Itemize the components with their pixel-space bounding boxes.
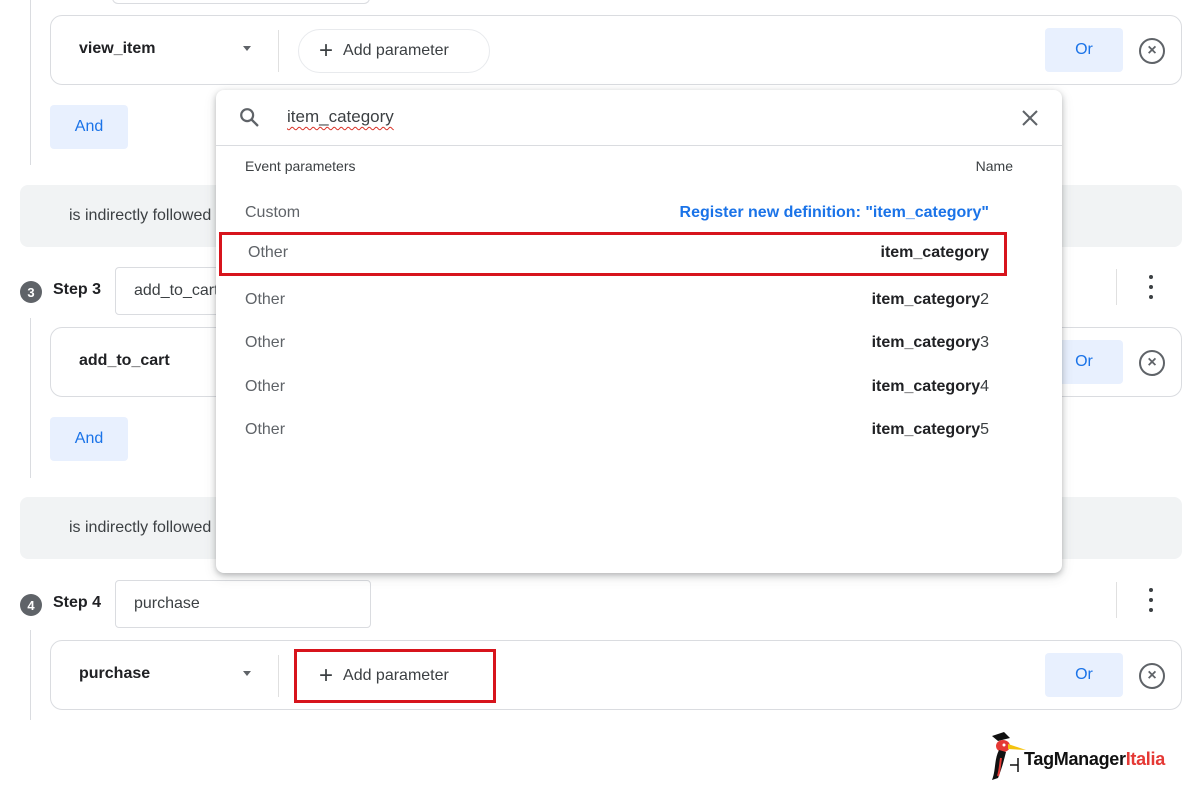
divider bbox=[1116, 582, 1117, 618]
add-parameter-label: Add parameter bbox=[343, 667, 449, 684]
step-guide-line bbox=[30, 318, 31, 478]
event-name: view_item bbox=[79, 40, 156, 57]
event-name: add_to_cart bbox=[79, 352, 170, 369]
event-name: purchase bbox=[79, 665, 151, 682]
step-2-name-input[interactable] bbox=[112, 0, 370, 4]
step-number-badge: 3 bbox=[20, 281, 42, 303]
option-type: Other bbox=[245, 378, 286, 395]
option-name: item_category4 bbox=[871, 378, 989, 395]
option-type: Other bbox=[245, 421, 286, 438]
option-name: item_category5 bbox=[871, 421, 989, 438]
remove-condition-icon[interactable]: × bbox=[1139, 38, 1165, 64]
and-button[interactable]: And bbox=[50, 105, 128, 149]
option-type: Other bbox=[245, 334, 286, 351]
dropdown-option[interactable]: Other item_category3 bbox=[216, 322, 1062, 366]
remove-condition-icon[interactable]: × bbox=[1139, 350, 1165, 376]
option-name: item_category bbox=[880, 244, 990, 261]
step-4-name-input[interactable]: purchase bbox=[115, 580, 371, 628]
divider bbox=[278, 655, 279, 697]
option-name: item_category2 bbox=[871, 291, 989, 308]
dropdown-option[interactable]: Other item_category4 bbox=[216, 366, 1062, 410]
or-button[interactable]: Or bbox=[1045, 653, 1123, 697]
dropdown-option-register[interactable]: Custom Register new definition: "item_ca… bbox=[216, 192, 1062, 236]
add-parameter-button[interactable]: + Add parameter bbox=[294, 649, 496, 703]
search-icon bbox=[240, 108, 259, 127]
step-label: Step 4 bbox=[53, 594, 102, 611]
divider bbox=[278, 30, 279, 72]
divider bbox=[1116, 269, 1117, 305]
more-vert-icon[interactable] bbox=[1147, 275, 1155, 299]
add-parameter-button[interactable]: + Add parameter bbox=[298, 29, 490, 73]
step-label: Step 3 bbox=[53, 281, 102, 298]
or-button[interactable]: Or bbox=[1045, 28, 1123, 72]
plus-icon: + bbox=[319, 662, 334, 689]
register-definition-link[interactable]: Register new definition: "item_category" bbox=[680, 204, 989, 222]
chevron-down-icon[interactable] bbox=[243, 671, 251, 676]
option-type: Other bbox=[248, 244, 289, 261]
and-button[interactable]: And bbox=[50, 417, 128, 461]
dropdown-header: Event parameters Name bbox=[216, 158, 1062, 182]
more-vert-icon[interactable] bbox=[1147, 588, 1155, 612]
woodpecker-mascot-icon bbox=[992, 732, 1026, 780]
remove-condition-icon[interactable]: × bbox=[1139, 663, 1165, 689]
relation-label: is indirectly followed by bbox=[69, 519, 233, 536]
plus-icon: + bbox=[319, 37, 334, 64]
step-4-header: 4 Step 4 purchase bbox=[20, 580, 1182, 630]
step-guide-line bbox=[30, 630, 31, 720]
parameter-picker-dropdown: item_category Event parameters Name Cust… bbox=[216, 90, 1062, 573]
close-icon[interactable] bbox=[1020, 108, 1040, 128]
option-type: Other bbox=[245, 291, 286, 308]
step-number-badge: 4 bbox=[20, 594, 42, 616]
tagmanageritalia-logo: TagManagerItalia bbox=[988, 732, 1178, 782]
option-name: item_category3 bbox=[871, 334, 989, 351]
dropdown-option[interactable]: Other item_category2 bbox=[216, 279, 1062, 323]
chevron-down-icon[interactable] bbox=[243, 46, 251, 51]
relation-label: is indirectly followed by bbox=[69, 207, 233, 224]
search-input[interactable]: item_category bbox=[287, 107, 394, 127]
step-2-event-card: view_item + Add parameter Or × bbox=[50, 15, 1182, 85]
dropdown-option[interactable]: Other item_category bbox=[219, 232, 1007, 276]
logo-wordmark: TagManagerItalia bbox=[1024, 749, 1165, 769]
option-type: Custom bbox=[245, 204, 301, 221]
parameter-search: item_category bbox=[216, 90, 1062, 146]
add-parameter-label: Add parameter bbox=[343, 42, 449, 59]
column-header-name: Name bbox=[975, 158, 1013, 174]
column-header-type: Event parameters bbox=[245, 158, 356, 174]
step-4-event-card: purchase + Add parameter Or × bbox=[50, 640, 1182, 710]
dropdown-option[interactable]: Other item_category5 bbox=[216, 409, 1062, 453]
step-guide-line bbox=[30, 0, 31, 165]
